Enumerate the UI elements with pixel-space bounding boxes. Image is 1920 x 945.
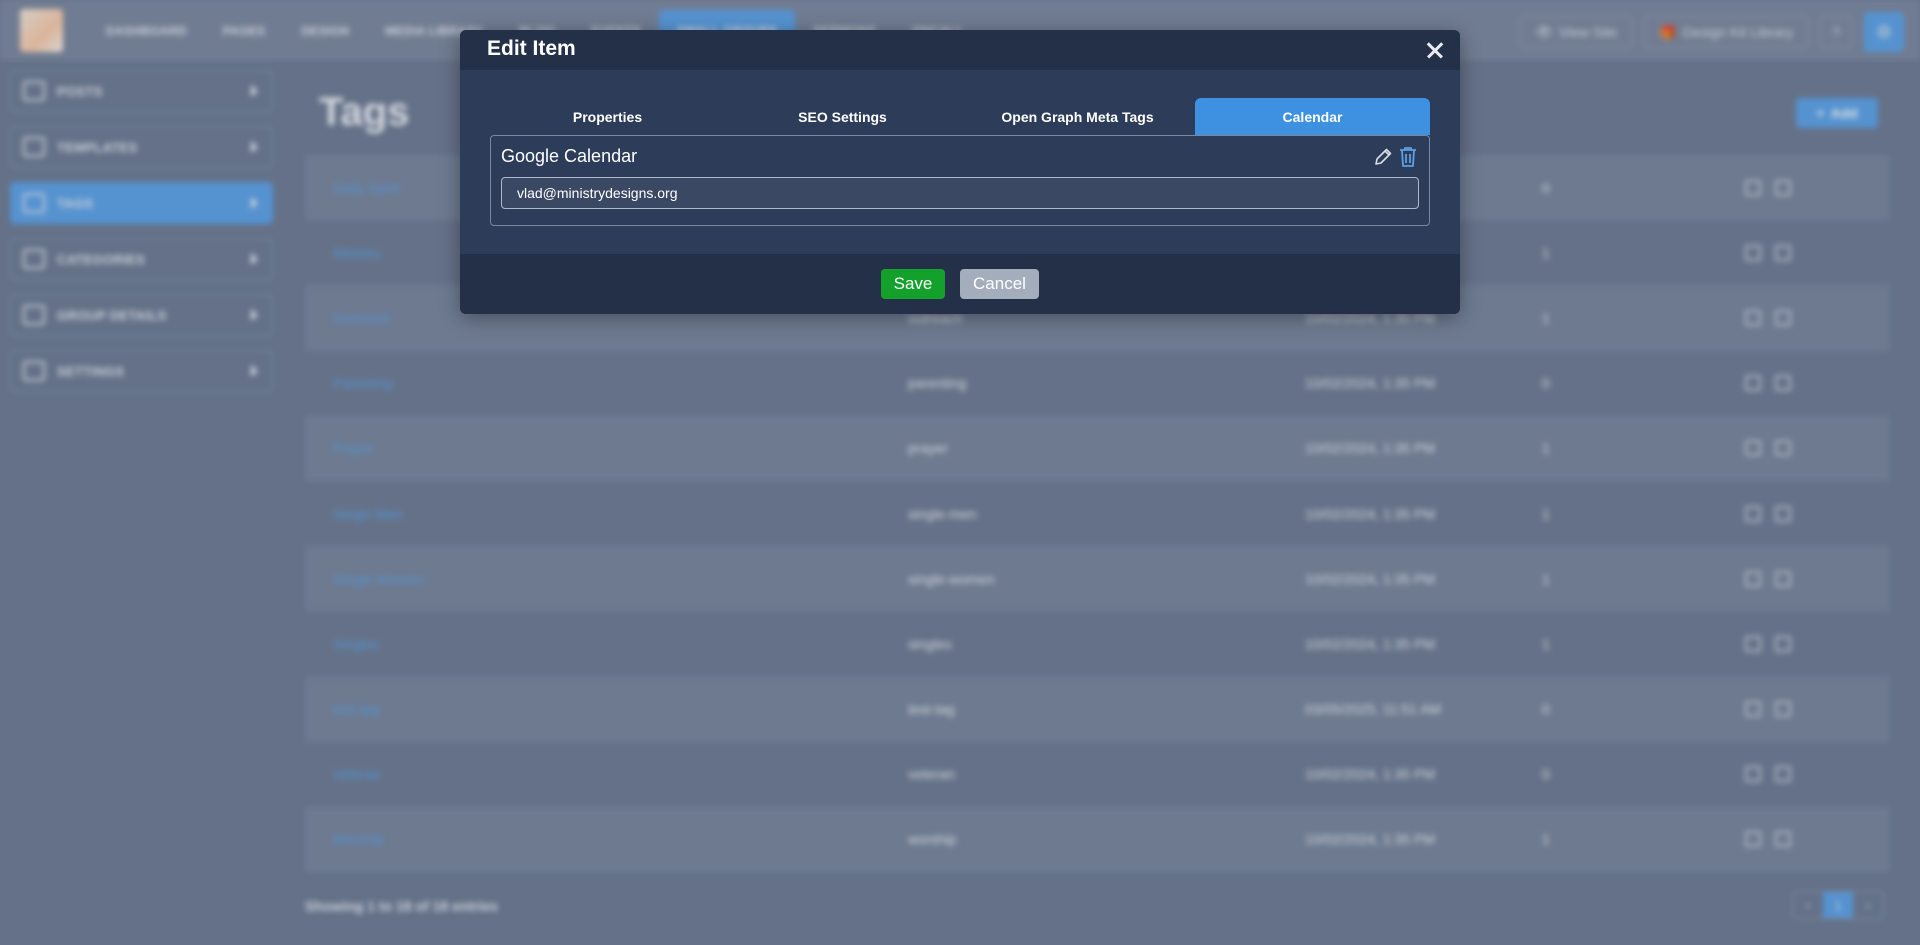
- pencil-icon[interactable]: [1373, 147, 1393, 167]
- tab-seo-settings[interactable]: SEO Settings: [725, 98, 960, 135]
- edit-item-modal: Edit Item Properties SEO Settings Open G…: [460, 30, 1460, 314]
- calendar-email-input[interactable]: [501, 177, 1419, 209]
- cancel-button[interactable]: Cancel: [960, 269, 1039, 299]
- modal-header: Edit Item: [460, 30, 1460, 70]
- close-icon[interactable]: [1420, 35, 1450, 65]
- google-calendar-panel: Google Calendar: [490, 135, 1430, 226]
- tab-properties[interactable]: Properties: [490, 98, 725, 135]
- modal-title: Edit Item: [487, 37, 576, 60]
- tab-open-graph[interactable]: Open Graph Meta Tags: [960, 98, 1195, 135]
- tab-calendar[interactable]: Calendar: [1195, 98, 1430, 135]
- modal-footer: Save Cancel: [460, 254, 1460, 314]
- panel-title: Google Calendar: [501, 146, 638, 166]
- save-button[interactable]: Save: [881, 269, 945, 299]
- panel-actions: [1373, 146, 1417, 168]
- trash-icon[interactable]: [1399, 146, 1417, 168]
- modal-tabs: Properties SEO Settings Open Graph Meta …: [490, 98, 1430, 135]
